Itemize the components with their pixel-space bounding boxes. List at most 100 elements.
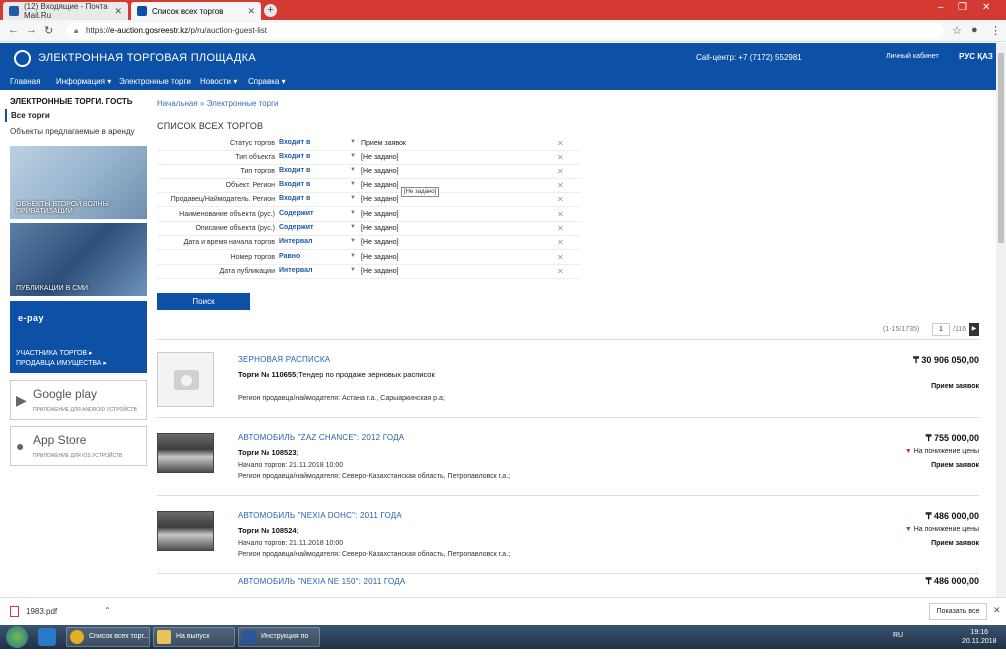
clear-filter-icon[interactable]: ✕ <box>557 238 564 247</box>
filter-value[interactable]: Прием заявок <box>361 140 406 147</box>
sidebar-item-rent[interactable]: Объекты предлагаемые в аренду <box>10 127 135 136</box>
lock-icon: 🔒︎ <box>74 26 79 35</box>
filter-operator[interactable]: Входит в <box>279 153 310 160</box>
keyboard-language[interactable]: RU <box>893 632 903 639</box>
close-tab-icon[interactable]: ✕ <box>247 6 255 17</box>
personal-cabinet-link[interactable]: Личный кабинет <box>886 53 939 60</box>
banner-caption: УЧАСТНИКА ТОРГОВ ▸ ПРОДАВЦА ИМУЩЕСТВА ▸ <box>16 350 107 367</box>
tab-auction-list[interactable]: Список всех торгов ✕ <box>131 2 261 20</box>
dropdown-arrow-icon[interactable]: ▼ <box>350 267 356 273</box>
banner-privatization[interactable]: ОБЪЕКТЫ ВТОРОЙ ВОЛНЫ ПРИВАТИЗАЦИИ <box>10 146 147 219</box>
forward-icon[interactable]: → <box>26 24 37 36</box>
clear-filter-icon[interactable]: ✕ <box>557 167 564 176</box>
taskbar-button-chrome[interactable]: Список всех торг... <box>66 627 150 647</box>
chevron-up-icon[interactable]: ⌃ <box>104 606 111 615</box>
filter-value[interactable]: [Не задано] <box>361 211 399 218</box>
next-page-button[interactable]: ▶ <box>969 323 979 336</box>
filter-value[interactable]: [Не задано] <box>361 196 399 203</box>
word-icon <box>242 630 256 644</box>
dropdown-arrow-icon[interactable]: ▼ <box>350 238 356 244</box>
banner-media[interactable]: ПУБЛИКАЦИИ В СМИ <box>10 223 147 296</box>
item-status: Прием заявок <box>931 462 979 469</box>
url-field[interactable]: 🔒︎ https://e-auction.gosreestr.kz/p/ru/a… <box>66 23 944 39</box>
filter-operator[interactable]: Интервал <box>279 238 312 245</box>
car-photo[interactable] <box>157 433 214 473</box>
browser-menu-icon[interactable]: ⋮ <box>990 24 1001 37</box>
close-tab-icon[interactable]: ✕ <box>114 6 122 17</box>
filter-operator[interactable]: Входит в <box>279 181 310 188</box>
clear-filter-icon[interactable]: ✕ <box>557 139 564 148</box>
clear-filter-icon[interactable]: ✕ <box>557 267 564 276</box>
download-file-name[interactable]: 1983.pdf <box>26 607 57 616</box>
filter-value[interactable]: [Не задано] <box>361 268 399 275</box>
profile-icon[interactable]: ● <box>971 24 978 36</box>
filter-operator[interactable]: Интервал <box>279 267 312 274</box>
filter-operator[interactable]: Входит в <box>279 167 310 174</box>
menu-item-info[interactable]: Информация ▾ <box>56 77 111 86</box>
dropdown-arrow-icon[interactable]: ▼ <box>350 139 356 145</box>
dropdown-arrow-icon[interactable]: ▼ <box>350 224 356 230</box>
close-window-icon[interactable]: ✕ <box>982 2 990 13</box>
item-title[interactable]: АВТОМОБИЛЬ "NEXIA DOHC": 2011 ГОДА <box>238 511 402 520</box>
language-switch[interactable]: РУС ҚАЗ <box>959 52 993 61</box>
clear-filter-icon[interactable]: ✕ <box>557 253 564 262</box>
item-price: ₸ 30 906 050,00 <box>913 355 979 365</box>
taskbar-button-word[interactable]: Инструкция по п... <box>238 627 320 658</box>
breadcrumb[interactable]: Начальная » Электронные торги <box>157 99 278 108</box>
filter-value[interactable]: [Не задано] <box>361 182 399 189</box>
dropdown-arrow-icon[interactable]: ▼ <box>350 195 356 201</box>
dropdown-arrow-icon[interactable]: ▼ <box>350 167 356 173</box>
start-button[interactable] <box>6 626 28 648</box>
placeholder-image[interactable] <box>157 352 214 407</box>
dropdown-arrow-icon[interactable]: ▼ <box>350 210 356 216</box>
page-scrollbar[interactable] <box>996 43 1006 598</box>
new-tab-button[interactable]: + <box>264 4 277 17</box>
dropdown-arrow-icon[interactable]: ▼ <box>350 181 356 187</box>
menu-item-help[interactable]: Справка ▾ <box>248 77 286 86</box>
google-play-badge[interactable]: ▶ Google play ПРИЛОЖЕНИЕ ДЛЯ ANDROID УСТ… <box>10 380 147 420</box>
filter-value[interactable]: [Не задано] <box>361 254 399 261</box>
filter-operator[interactable]: Содержит <box>279 224 313 231</box>
reload-icon[interactable]: ↻ <box>44 24 53 37</box>
filter-value[interactable]: [Не задано] <box>361 239 399 246</box>
back-icon[interactable]: ← <box>8 24 19 36</box>
close-download-bar-icon[interactable]: ✕ <box>993 605 1001 616</box>
dropdown-arrow-icon[interactable]: ▼ <box>350 153 356 159</box>
tab-mail[interactable]: (12) Входящие - Почта Mail.Ru ✕ <box>3 2 128 20</box>
filter-value[interactable]: [Не задано] <box>361 225 399 232</box>
clear-filter-icon[interactable]: ✕ <box>557 181 564 190</box>
car-photo[interactable] <box>157 511 214 551</box>
site-title[interactable]: ЭЛЕКТРОННАЯ ТОРГОВАЯ ПЛОЩАДКА <box>38 52 256 64</box>
menu-item-home[interactable]: Главная <box>10 77 40 86</box>
item-title[interactable]: ЗЕРНОВАЯ РАСПИСКА <box>238 355 330 364</box>
sidebar-item-all-auctions[interactable]: Все торги <box>5 109 145 122</box>
clear-filter-icon[interactable]: ✕ <box>557 153 564 162</box>
dropdown-arrow-icon[interactable]: ▼ <box>350 253 356 259</box>
clear-filter-icon[interactable]: ✕ <box>557 224 564 233</box>
scrollbar-thumb[interactable] <box>998 53 1004 243</box>
clear-filter-icon[interactable]: ✕ <box>557 195 564 204</box>
filter-value[interactable]: [Не задано] <box>361 154 399 161</box>
filter-operator[interactable]: Входит в <box>279 139 310 146</box>
item-title[interactable]: АВТОМОБИЛЬ "NEXIA NE 150": 2011 ГОДА <box>238 577 405 586</box>
system-clock[interactable]: 19:16 20.11.2018 <box>962 628 997 646</box>
search-button[interactable]: Поиск <box>157 293 250 310</box>
app-store-badge[interactable]: ● App Store ПРИЛОЖЕНИЕ ДЛЯ IOS УСТРОЙСТВ <box>10 426 147 466</box>
minimize-icon[interactable]: – <box>938 2 944 13</box>
filter-value[interactable]: [Не задано] <box>361 168 399 175</box>
clear-filter-icon[interactable]: ✕ <box>557 210 564 219</box>
filter-operator[interactable]: Равно <box>279 253 300 260</box>
page-number-input[interactable]: 1 <box>932 323 950 336</box>
menu-item-auctions[interactable]: Электронные торги <box>119 77 191 86</box>
banner-epay[interactable]: e-pay УЧАСТНИКА ТОРГОВ ▸ ПРОДАВЦА ИМУЩЕС… <box>10 301 147 373</box>
filter-operator[interactable]: Содержит <box>279 210 313 217</box>
taskbar-button-folder[interactable]: На выпуск октяб... <box>153 627 235 658</box>
show-all-button[interactable]: Показать все <box>929 603 987 620</box>
ie-icon[interactable] <box>38 628 56 646</box>
maximize-icon[interactable]: ❐ <box>958 2 967 13</box>
site-logo-icon[interactable] <box>14 50 31 67</box>
bookmark-star-icon[interactable]: ☆ <box>952 24 962 37</box>
filter-operator[interactable]: Входит в <box>279 195 310 202</box>
item-title[interactable]: АВТОМОБИЛЬ "ZAZ CHANCE": 2012 ГОДА <box>238 433 404 442</box>
menu-item-news[interactable]: Новости ▾ <box>200 77 237 86</box>
